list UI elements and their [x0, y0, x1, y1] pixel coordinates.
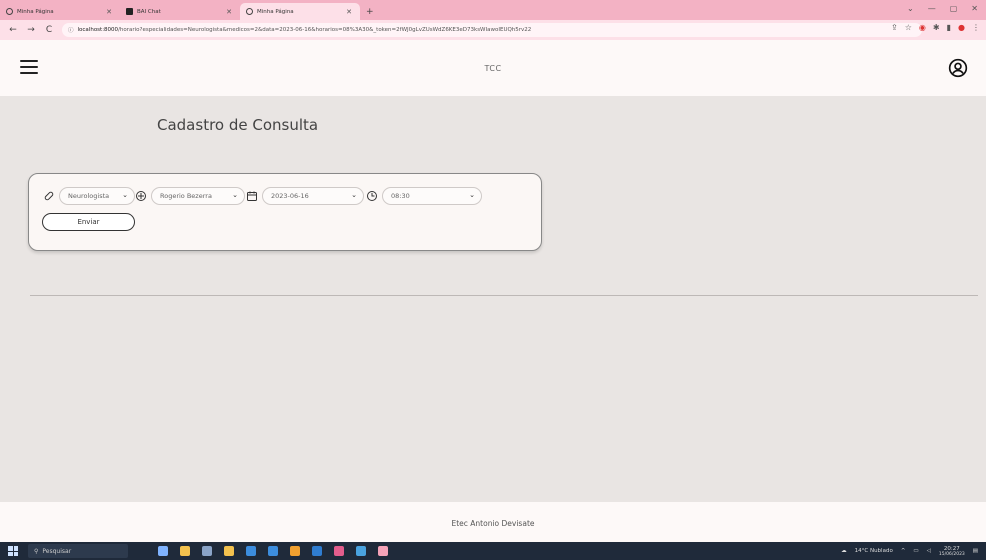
app-icon[interactable]	[290, 546, 300, 556]
speaker-icon[interactable]: ◁	[927, 548, 931, 554]
clock[interactable]: 20:27 15/06/2023	[939, 546, 965, 557]
notifications-icon[interactable]: ▤	[973, 548, 978, 554]
divider	[30, 295, 978, 296]
network-icon[interactable]: ▭	[913, 548, 918, 554]
url-input[interactable]: ⓘ localhost:8000 /horario?especialidades…	[62, 23, 922, 37]
close-icon[interactable]: ✕	[106, 8, 112, 16]
close-icon[interactable]: ✕	[346, 8, 352, 16]
user-circle-icon[interactable]	[948, 58, 968, 78]
calendar-icon	[247, 191, 257, 201]
specialty-field: Neurologista ⌄	[43, 186, 135, 206]
restore-icon[interactable]: ▢	[950, 4, 958, 13]
footer-text: Etec Antonio Devisate	[451, 519, 535, 528]
app-icon[interactable]	[378, 546, 388, 556]
reload-icon[interactable]: C	[44, 25, 54, 35]
close-icon[interactable]: ✕	[226, 8, 232, 16]
browser-tab[interactable]: Minha Página ✕	[0, 3, 120, 20]
specialty-select[interactable]: Neurologista ⌄	[59, 187, 135, 205]
extension-icons: ⇪ ☆ ◉ ✱ ▮ ● ⋮	[891, 23, 980, 32]
stethoscope-icon	[136, 191, 146, 201]
cloud-icon: ☁	[841, 548, 847, 554]
pill-icon	[44, 191, 54, 201]
page-title: Cadastro de Consulta	[157, 116, 319, 134]
minimize-icon[interactable]: —	[928, 4, 936, 13]
globe-icon	[6, 8, 13, 15]
app-icon[interactable]	[158, 546, 168, 556]
back-icon[interactable]: ←	[8, 25, 18, 35]
tab-title: Minha Página	[17, 8, 54, 15]
chevron-down-icon: ⌄	[469, 191, 475, 199]
taskbar-search-placeholder: Pesquisar	[42, 547, 72, 555]
app-icon[interactable]	[246, 546, 256, 556]
share-icon[interactable]: ⇪	[891, 23, 898, 32]
date-input[interactable]: 2023-06-16 ⌄	[262, 187, 364, 205]
folder-icon[interactable]	[224, 546, 234, 556]
chevron-up-icon[interactable]: ^	[901, 548, 906, 554]
chevron-down-icon: ⌄	[122, 191, 128, 199]
chevron-down-icon: ⌄	[351, 191, 357, 199]
taskbar-search[interactable]: ⚲ Pesquisar	[28, 544, 128, 558]
chevron-down-icon[interactable]: ⌄	[907, 4, 914, 13]
more-icon[interactable]: ⋮	[972, 23, 980, 32]
date-field: 2023-06-16 ⌄	[246, 186, 364, 206]
brand-title: TCC	[484, 64, 502, 73]
tab-title: BAI Chat	[137, 8, 161, 15]
app-icon[interactable]	[334, 546, 344, 556]
windows-start-icon[interactable]	[8, 546, 18, 556]
main-content: Cadastro de Consulta Neurologista ⌄ Roge…	[0, 96, 986, 502]
specialty-value: Neurologista	[68, 192, 110, 200]
page-footer: Etec Antonio Devisate	[0, 502, 986, 542]
time-value: 08:30	[391, 192, 410, 200]
time-field: 08:30 ⌄	[366, 186, 482, 206]
time-select[interactable]: 08:30 ⌄	[382, 187, 482, 205]
info-icon: ⓘ	[68, 28, 74, 34]
doctor-value: Rogerio Bezerra	[160, 192, 212, 200]
appointment-form: Neurologista ⌄ Rogerio Bezerra ⌄ 2023-06…	[28, 173, 542, 251]
vscode-icon[interactable]	[312, 546, 322, 556]
doctor-field: Rogerio Bezerra ⌄	[135, 186, 245, 206]
extension-icon[interactable]: ◉	[919, 23, 926, 32]
puzzle-icon[interactable]: ✱	[933, 23, 940, 32]
date-value: 2023-06-16	[271, 192, 309, 200]
close-icon[interactable]: ✕	[971, 4, 978, 13]
profile-icon[interactable]: ●	[958, 23, 965, 32]
browser-tab[interactable]: BAI Chat ✕	[120, 3, 240, 20]
app-icon[interactable]	[202, 546, 212, 556]
star-icon[interactable]: ☆	[905, 23, 912, 32]
address-bar: ← → C ⓘ localhost:8000 /horario?especial…	[0, 20, 986, 40]
search-icon: ⚲	[34, 547, 39, 555]
globe-icon	[246, 8, 253, 15]
weather-text[interactable]: 14°C Nublado	[855, 548, 893, 554]
system-tray: ☁ 14°C Nublado ^ ▭ ◁ 20:27 15/06/2023 ▤	[841, 546, 978, 557]
sidebar-icon[interactable]: ▮	[947, 23, 951, 32]
app-header: TCC	[0, 40, 986, 96]
app-icon[interactable]	[356, 546, 366, 556]
tab-title: Minha Página	[257, 8, 294, 15]
doctor-select[interactable]: Rogerio Bezerra ⌄	[151, 187, 245, 205]
forward-icon[interactable]: →	[26, 25, 36, 35]
mail-icon[interactable]	[268, 546, 278, 556]
browser-tab-active[interactable]: Minha Página ✕	[240, 3, 360, 20]
chevron-down-icon: ⌄	[232, 191, 238, 199]
os-taskbar: ⚲ Pesquisar ☁ 14°C Nublado ^ ▭ ◁ 20:27 1…	[0, 542, 986, 560]
clock-date: 15/06/2023	[938, 551, 965, 557]
app-icon[interactable]	[180, 546, 190, 556]
browser-tab-bar: Minha Página ✕ BAI Chat ✕ Minha Página ✕…	[0, 0, 986, 20]
taskbar-apps	[158, 546, 388, 556]
chat-icon	[126, 8, 133, 15]
new-tab-button[interactable]: +	[366, 7, 374, 17]
url-path: /horario?especialidades=Neurologista&med…	[118, 27, 532, 33]
window-controls: ⌄ — ▢ ✕	[907, 4, 978, 13]
clock-icon	[367, 191, 377, 201]
url-host: localhost:8000	[77, 27, 119, 33]
submit-button[interactable]: Enviar	[42, 213, 135, 231]
